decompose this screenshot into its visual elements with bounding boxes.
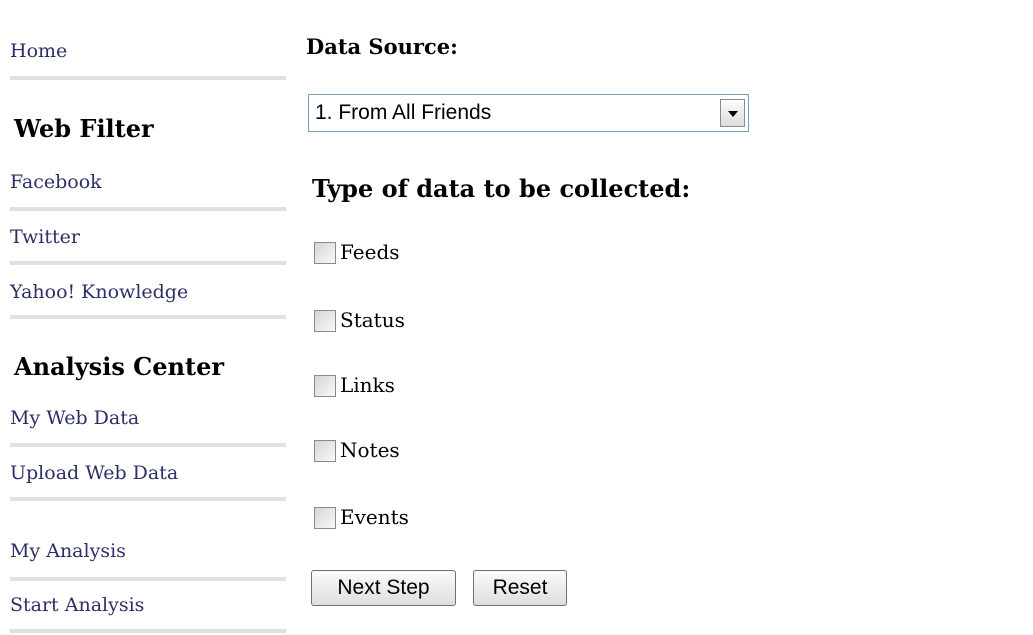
nav-divider (10, 315, 286, 319)
nav-link-twitter[interactable]: Twitter (10, 226, 288, 248)
nav-divider (10, 261, 286, 265)
events-label: Events (340, 505, 409, 529)
reset-button[interactable]: Reset (473, 570, 567, 606)
nav-link-start-analysis[interactable]: Start Analysis (10, 594, 288, 616)
next-step-button[interactable]: Next Step (311, 570, 456, 606)
feeds-checkbox[interactable] (314, 242, 336, 264)
nav-divider (10, 629, 286, 633)
links-label: Links (340, 373, 395, 397)
nav-divider (10, 76, 286, 80)
nav-divider (10, 497, 286, 501)
nav-divider (10, 577, 286, 581)
nav-divider (10, 443, 286, 447)
nav-link-facebook[interactable]: Facebook (10, 171, 288, 193)
feeds-label: Feeds (340, 240, 400, 264)
notes-label: Notes (340, 438, 400, 462)
web-filter-heading: Web Filter (14, 114, 154, 143)
data-source-select[interactable]: 1. From All Friends (308, 94, 749, 132)
data-source-label: Data Source: (306, 34, 458, 59)
nav-divider (10, 207, 286, 211)
data-source-selected-value: 1. From All Friends (315, 101, 492, 124)
nav-link-my-analysis[interactable]: My Analysis (10, 540, 288, 562)
nav-link-home[interactable]: Home (10, 40, 288, 62)
notes-checkbox[interactable] (314, 440, 336, 462)
dropdown-arrow-icon[interactable] (720, 99, 745, 127)
nav-link-yahoo-knowledge[interactable]: Yahoo! Knowledge (10, 281, 288, 303)
nav-link-upload-web-data[interactable]: Upload Web Data (10, 462, 288, 484)
status-label: Status (340, 308, 405, 332)
data-type-label: Type of data to be collected: (312, 174, 691, 203)
links-checkbox[interactable] (314, 375, 336, 397)
events-checkbox[interactable] (314, 507, 336, 529)
analysis-center-heading: Analysis Center (14, 352, 224, 381)
status-checkbox[interactable] (314, 310, 336, 332)
nav-link-my-web-data[interactable]: My Web Data (10, 407, 288, 429)
